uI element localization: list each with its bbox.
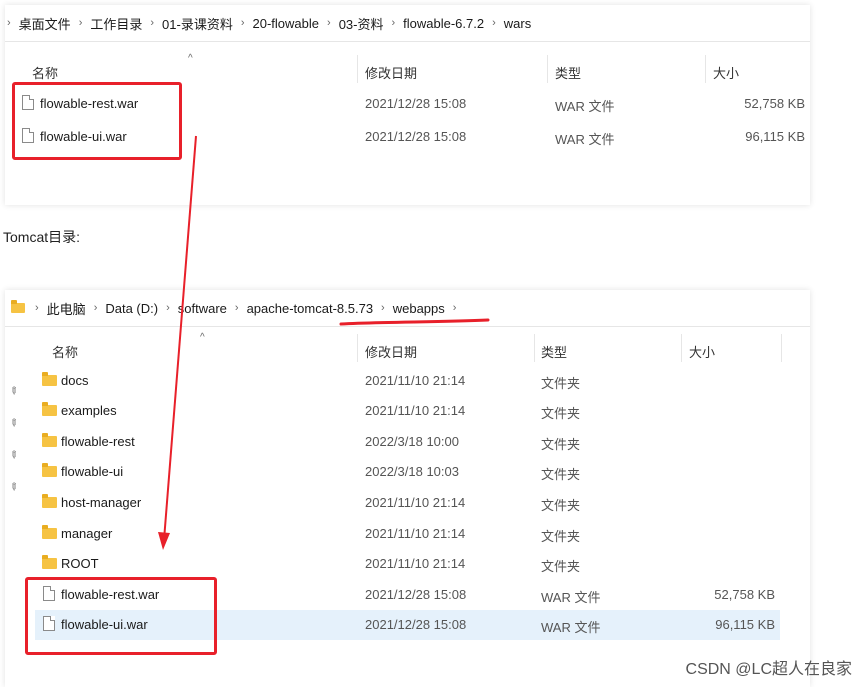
arrow-head-icon [158, 532, 170, 550]
watermark: CSDN @LC超人在良家 [685, 661, 852, 678]
annotation-overlay [158, 135, 490, 550]
arrow-line [163, 135, 197, 541]
underline-annotation [339, 318, 490, 326]
